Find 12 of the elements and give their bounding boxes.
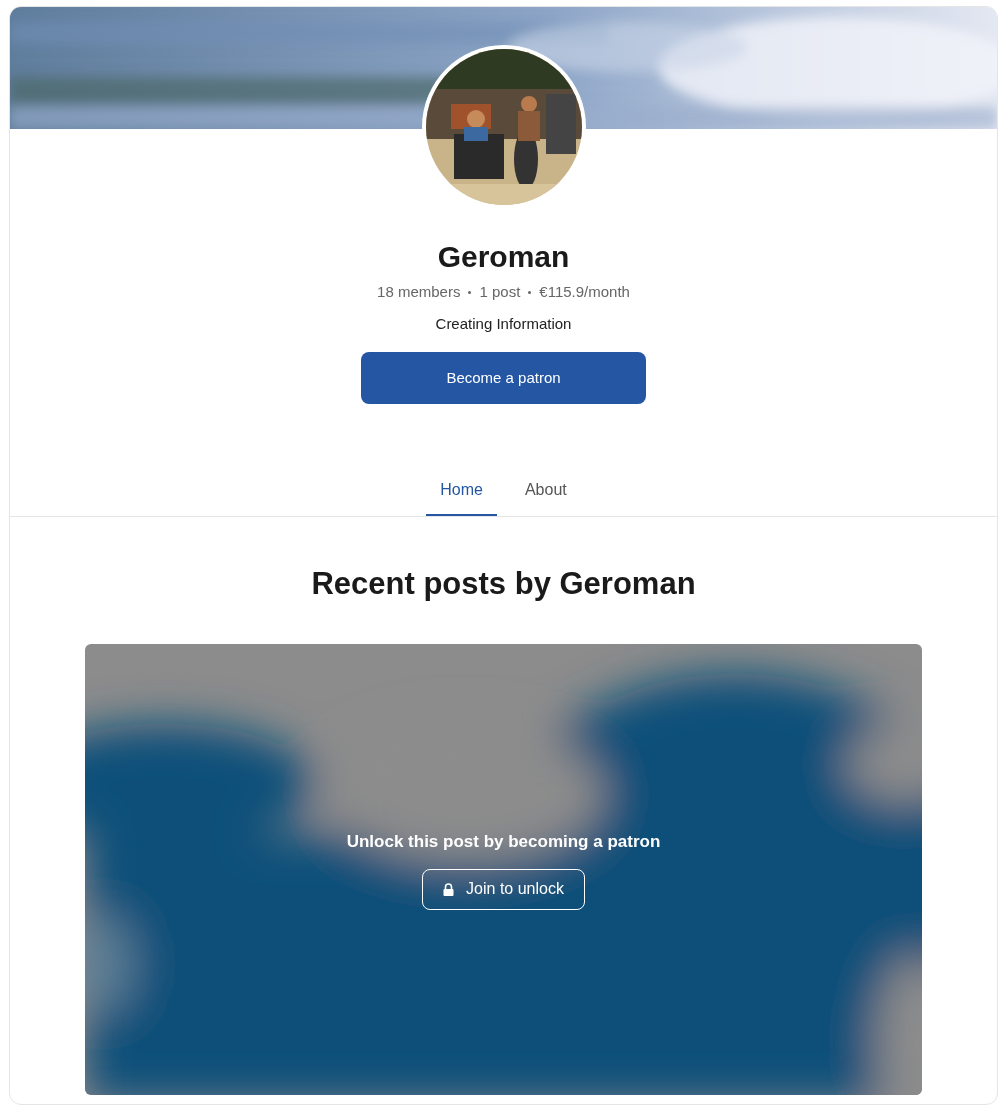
lock-icon <box>443 882 455 896</box>
creator-name: Geroman <box>437 239 570 275</box>
join-to-unlock-button[interactable]: Join to unlock <box>422 868 585 910</box>
stat-text: €115.9/month <box>539 282 630 302</box>
unlock-message: Unlock this post by becoming a patron <box>346 831 661 854</box>
stat-text: 1 post <box>479 282 521 302</box>
section-heading: Recent posts by Geroman <box>311 565 696 603</box>
tab[interactable]: About <box>510 476 581 516</box>
creator-tagline: Creating Information <box>435 313 572 334</box>
stat-text: 18 members <box>377 282 461 302</box>
become-patron-button[interactable]: Become a patron <box>361 352 646 404</box>
tab[interactable]: Home <box>426 476 497 516</box>
